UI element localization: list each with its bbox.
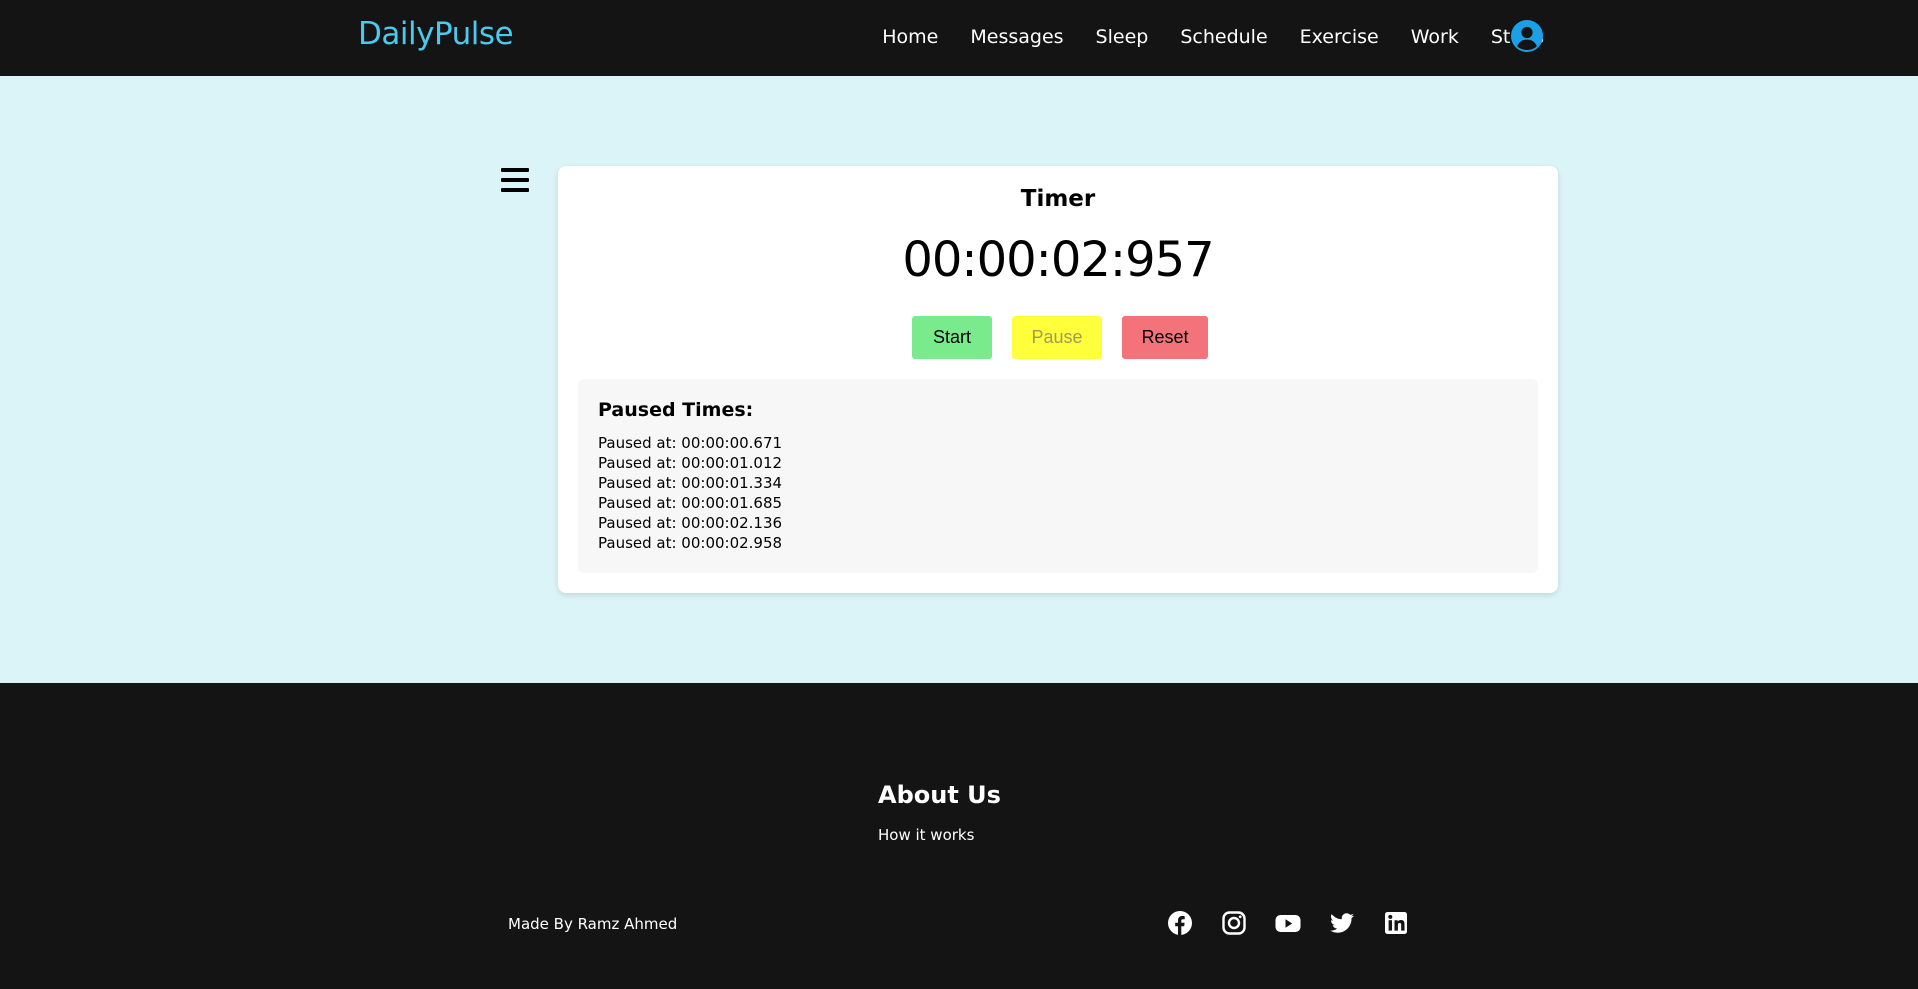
timer-controls: Start Pause Reset — [558, 316, 1558, 359]
timer-display: 00:00:02:957 — [902, 232, 1214, 288]
paused-time-entry: Paused at: 00:00:02.136 — [598, 514, 783, 532]
site-footer: About Us How it works Made By Ramz Ahmed — [0, 683, 1918, 989]
hamburger-menu-icon[interactable] — [501, 168, 529, 193]
made-by-credit: Made By Ramz Ahmed — [508, 915, 678, 933]
nav-messages[interactable]: Messages — [970, 26, 1063, 48]
top-navbar: DailyPulse Home Messages Sleep Schedule … — [0, 0, 1918, 76]
paused-time-entry: Paused at: 00:00:00.671 — [598, 434, 783, 452]
timer-card: Timer 00:00:02:957 Start Pause Reset Pau… — [558, 166, 1558, 593]
paused-time-entry: Paused at: 00:00:01.685 — [598, 494, 783, 512]
start-button[interactable]: Start — [912, 316, 992, 359]
nav-exercise[interactable]: Exercise — [1300, 26, 1379, 48]
nav-sleep[interactable]: Sleep — [1096, 26, 1149, 48]
linkedin-icon[interactable] — [1383, 910, 1409, 936]
about-us-heading: About Us — [878, 781, 1001, 809]
reset-button[interactable]: Reset — [1122, 316, 1208, 359]
twitter-icon[interactable] — [1329, 910, 1355, 936]
timer-title: Timer — [1020, 186, 1096, 212]
how-it-works-link[interactable]: How it works — [878, 826, 974, 844]
main-nav: Home Messages Sleep Schedule Exercise Wo… — [882, 0, 1544, 74]
paused-times-list: Paused at: 00:00:00.671 Paused at: 00:00… — [598, 433, 782, 553]
youtube-icon[interactable] — [1275, 910, 1301, 936]
social-links — [1167, 910, 1437, 936]
paused-times-title: Paused Times: — [598, 399, 754, 421]
paused-time-entry: Paused at: 00:00:02.958 — [598, 534, 783, 552]
brand-logo[interactable]: DailyPulse — [358, 16, 514, 52]
user-profile-icon[interactable] — [1511, 20, 1543, 52]
pause-button[interactable]: Pause — [1012, 316, 1102, 359]
paused-time-entry: Paused at: 00:00:01.334 — [598, 474, 783, 492]
paused-times-panel: Paused Times: Paused at: 00:00:00.671 Pa… — [578, 379, 1538, 573]
nav-home[interactable]: Home — [882, 26, 938, 48]
nav-work[interactable]: Work — [1411, 26, 1459, 48]
paused-time-entry: Paused at: 00:00:01.012 — [598, 454, 783, 472]
instagram-icon[interactable] — [1221, 910, 1247, 936]
nav-schedule[interactable]: Schedule — [1180, 26, 1267, 48]
facebook-icon[interactable] — [1167, 910, 1193, 936]
